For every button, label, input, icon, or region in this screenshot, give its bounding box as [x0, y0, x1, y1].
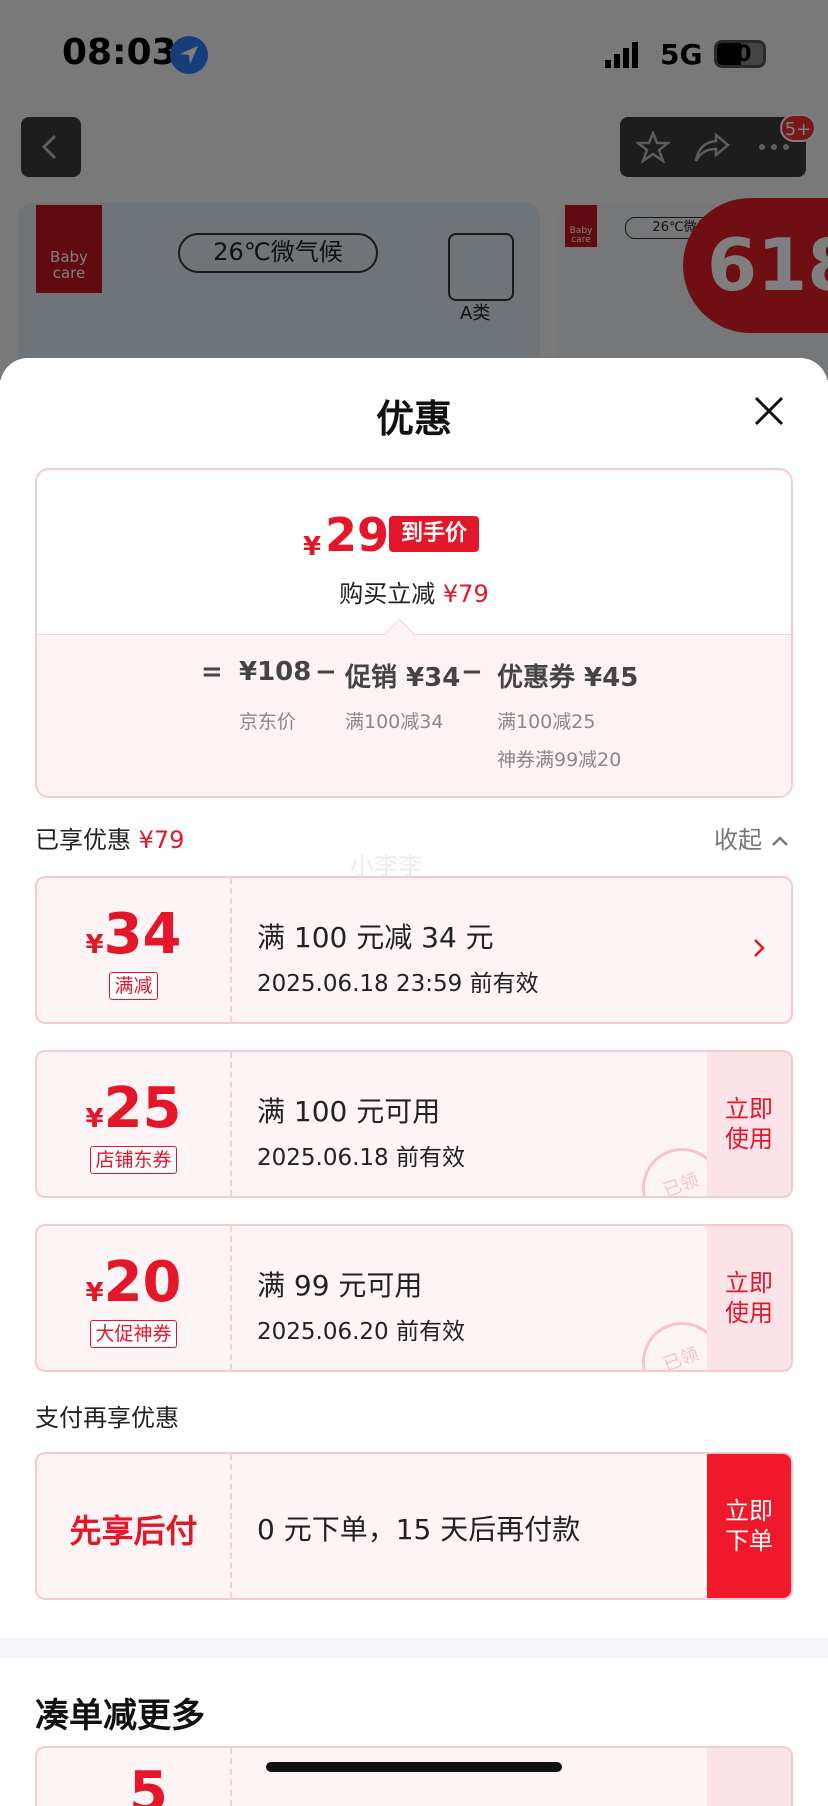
coupon-rule: 满 99 元可用	[257, 1269, 423, 1302]
coupon-expiry: 2025.06.18 前有效	[257, 1145, 465, 1171]
use-now-button[interactable]: 立即使用	[707, 1226, 791, 1370]
calc-minus: −	[315, 657, 337, 687]
coupon-card-partial[interactable]: 5	[35, 1746, 793, 1806]
calc-minus: −	[461, 657, 483, 687]
coupon-card: ¥20 大促神券 满 99 元可用 2025.06.20 前有效 已领 立即使用	[35, 1224, 793, 1372]
save-amount: ¥79	[442, 580, 489, 608]
coupon-detail-2: 神券满99减20	[497, 749, 622, 771]
price-breakdown: = ¥108 − 促销 ¥34 − 优惠券 ¥45 京东价 满100减34 满1…	[37, 634, 791, 796]
pay-later-desc: 0 元下单，15 天后再付款	[257, 1513, 581, 1546]
more-section-title: 凑单减更多	[35, 1696, 205, 1736]
calc-coupon: 优惠券 ¥45	[497, 663, 639, 693]
chevron-right-icon[interactable]	[751, 936, 767, 960]
section-divider	[0, 1638, 828, 1658]
home-indicator	[266, 1762, 562, 1772]
pay-section-label: 支付再享优惠	[35, 1404, 179, 1432]
overlay-dim[interactable]	[0, 0, 828, 380]
close-icon[interactable]	[752, 394, 786, 428]
order-now-button[interactable]: 立即下单	[707, 1454, 791, 1598]
calc-jd-price: ¥108	[239, 657, 312, 687]
enjoyed-label: 已享优惠	[35, 826, 131, 854]
coupon-expiry: 2025.06.18 23:59 前有效	[257, 971, 539, 997]
use-now-button[interactable]: 立即使用	[707, 1052, 791, 1196]
sheet-title: 优惠	[375, 397, 452, 441]
save-line: 购买立减 ¥79	[37, 574, 791, 609]
save-label: 购买立减	[339, 580, 436, 608]
coupon-rule: 满 100 元可用	[257, 1095, 441, 1128]
coupon-tag: 满减	[37, 972, 230, 1000]
product-page-background: 08:03 5G 50 5+ Baby care 26℃微气候 A类 Baby …	[0, 0, 828, 380]
coupon-card[interactable]: ¥34 满减 满 100 元减 34 元 2025.06.18 23:59 前有…	[35, 876, 793, 1024]
coupon-amount: 5	[129, 1760, 168, 1806]
coupon-amount: ¥34	[85, 902, 182, 967]
price-symbol: ¥	[303, 532, 322, 562]
pay-later-card: 先享后付 0 元下单，15 天后再付款 立即下单	[35, 1452, 793, 1600]
final-price-tag: 到手价	[389, 516, 479, 552]
pay-later-name: 先享后付	[69, 1512, 198, 1550]
promo-detail: 满100减34	[345, 711, 444, 733]
enjoyed-label-row: 已享优惠 ¥79	[35, 820, 184, 855]
price-summary-card: ¥ 29 到手价 购买立减 ¥79 = ¥108 − 促销 ¥34 − 优惠券 …	[35, 468, 793, 798]
coupon-tag: 大促神券	[37, 1320, 230, 1348]
discount-sheet: 优惠 ¥ 29 到手价 购买立减 ¥79 = ¥108 − 促销 ¥34 − 优…	[0, 358, 828, 1806]
jd-price-label: 京东价	[239, 711, 297, 733]
calc-equals: =	[201, 657, 223, 687]
final-price: 29	[325, 508, 390, 562]
coupon-card: ¥25 店铺东券 满 100 元可用 2025.06.18 前有效 已领 立即使…	[35, 1050, 793, 1198]
coupon-amount: ¥20	[85, 1250, 182, 1315]
collapse-label: 收起	[714, 826, 762, 854]
collapse-button[interactable]: 收起	[714, 820, 790, 855]
calc-promo: 促销 ¥34	[345, 663, 461, 693]
coupon-rule: 满 100 元减 34 元	[257, 921, 494, 954]
chevron-up-icon	[771, 836, 788, 846]
coupon-tag: 店铺东券	[37, 1146, 230, 1174]
coupon-detail-1: 满100减25	[497, 711, 596, 733]
coupon-expiry: 2025.06.20 前有效	[257, 1319, 465, 1345]
enjoyed-amount: ¥79	[138, 826, 185, 854]
coupon-amount: ¥25	[85, 1076, 182, 1141]
